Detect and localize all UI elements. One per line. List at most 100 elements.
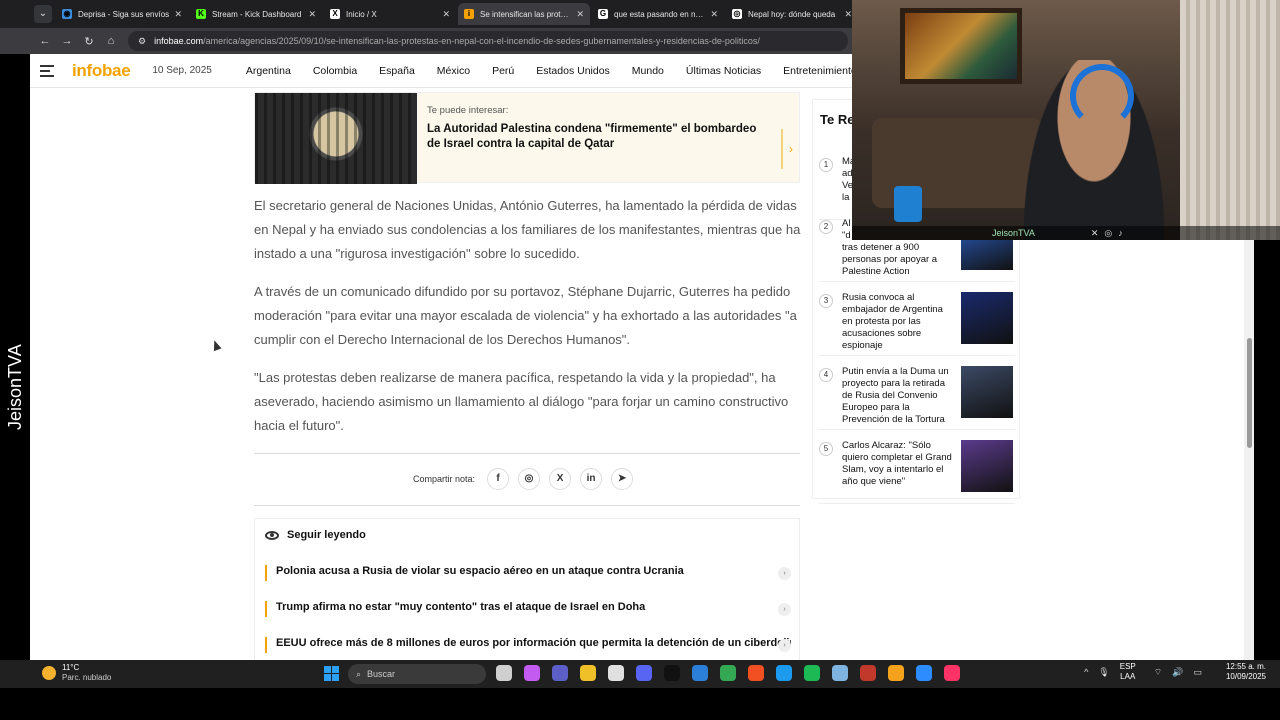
whatsapp-share-icon[interactable]: ◎ bbox=[518, 468, 541, 490]
site-nav-link[interactable]: España bbox=[379, 65, 415, 77]
copilot-icon[interactable] bbox=[524, 665, 540, 681]
chrome-icon[interactable] bbox=[720, 665, 736, 681]
tab-favicon-icon: ◎ bbox=[732, 9, 742, 19]
reload-icon[interactable]: ↻ bbox=[78, 35, 100, 48]
browser-tab[interactable]: ◉ Deprisa - Siga sus envíos ✕ bbox=[56, 3, 188, 25]
edge-icon[interactable] bbox=[776, 665, 792, 681]
recommended-title[interactable]: La Autoridad Palestina condena "firmemen… bbox=[427, 122, 762, 152]
system-tray: ^ 🎙 ESP LAA ⌔ 🔊 ▭ 12:55 a. m. 10/09/2025 bbox=[1084, 662, 1266, 682]
weather-widget[interactable]: 11°C Parc. nublado bbox=[42, 663, 111, 683]
sidebar-item-thumbnail[interactable] bbox=[961, 366, 1013, 418]
sidebar-item-number: 3 bbox=[819, 294, 833, 308]
windows-taskbar: 11°C Parc. nublado ⌕ Buscar ^ 🎙 ESP LAA … bbox=[0, 660, 1280, 688]
sidebar-item-text[interactable]: Carlos Alcaraz: "Sólo quiero completar e… bbox=[842, 440, 954, 488]
eye-icon bbox=[265, 530, 279, 540]
sidebar-item-text[interactable]: Rusia convoca al embajador de Argentina … bbox=[842, 292, 954, 352]
sidebar-item[interactable]: 5 Carlos Alcaraz: "Sólo quiero completar … bbox=[819, 438, 1015, 504]
hamburger-menu-icon[interactable] bbox=[40, 64, 58, 78]
keep-reading-item[interactable]: EEUU ofrece más de 8 millones de euros p… bbox=[265, 637, 791, 653]
forward-icon[interactable]: → bbox=[56, 35, 78, 47]
browser-tab[interactable]: X Inicio / X ✕ bbox=[324, 3, 456, 25]
tab-search-menu-icon[interactable]: ⌄ bbox=[34, 5, 52, 23]
site-nav-link[interactable]: Entretenimiento bbox=[783, 65, 857, 77]
microphone-icon[interactable]: 🎙 bbox=[1098, 667, 1109, 678]
sidebar-item-number: 2 bbox=[819, 220, 833, 234]
site-nav-link[interactable]: Colombia bbox=[313, 65, 357, 77]
site-info-icon[interactable]: ⚙ bbox=[138, 36, 146, 47]
sidebar-item-text[interactable]: Putin envía a la Duma un proyecto para l… bbox=[842, 366, 954, 426]
browser-tab[interactable]: ◎ Nepal hoy: dónde queda ✕ bbox=[726, 3, 858, 25]
discord-icon[interactable] bbox=[636, 665, 652, 681]
app-icon[interactable] bbox=[832, 665, 848, 681]
windows-start-icon[interactable] bbox=[324, 666, 339, 681]
arrow-right-icon[interactable]: › bbox=[778, 567, 791, 580]
file-explorer-icon[interactable] bbox=[580, 665, 596, 681]
sidebar-item-thumbnail[interactable] bbox=[961, 440, 1013, 492]
search-icon: ⌕ bbox=[356, 668, 362, 679]
facebook-share-icon[interactable]: f bbox=[487, 468, 510, 490]
back-icon[interactable]: ← bbox=[34, 35, 56, 47]
language-indicator[interactable]: ESP LAA bbox=[1120, 662, 1136, 682]
taskbar-apps bbox=[496, 665, 972, 681]
tiktok-live-icon[interactable] bbox=[944, 665, 960, 681]
app-icon[interactable] bbox=[916, 665, 932, 681]
article-paragraph-1: El secretario general de Naciones Unidas… bbox=[254, 198, 801, 261]
headset bbox=[1070, 64, 1134, 128]
close-tab-icon[interactable]: ✕ bbox=[844, 9, 852, 20]
tab-favicon-icon: K bbox=[196, 9, 206, 19]
teams-icon[interactable] bbox=[552, 665, 568, 681]
linkedin-share-icon[interactable]: in bbox=[580, 468, 603, 490]
site-nav-link[interactable]: Mundo bbox=[632, 65, 664, 77]
recommended-card[interactable]: Te puede interesar: La Autoridad Palesti… bbox=[254, 92, 800, 184]
keep-reading-item[interactable]: Trump afirma no estar "muy contento" tra… bbox=[265, 601, 791, 617]
close-tab-icon[interactable]: ✕ bbox=[576, 9, 584, 20]
volume-icon[interactable]: 🔊 bbox=[1172, 667, 1183, 678]
spotify-icon[interactable] bbox=[804, 665, 820, 681]
sidebar-item-thumbnail[interactable] bbox=[961, 292, 1013, 344]
home-icon[interactable]: ⌂ bbox=[100, 35, 122, 47]
site-logo[interactable]: infobae bbox=[72, 61, 131, 81]
keep-reading-item-text: Polonia acusa a Rusia de violar su espac… bbox=[276, 565, 684, 577]
brave-icon[interactable] bbox=[748, 665, 764, 681]
close-tab-icon[interactable]: ✕ bbox=[308, 9, 316, 20]
keep-reading-item[interactable]: Polonia acusa a Rusia de violar su espac… bbox=[265, 565, 791, 581]
keep-reading-item-text: Trump afirma no estar "muy contento" tra… bbox=[276, 601, 646, 613]
arrow-right-icon[interactable]: › bbox=[778, 603, 791, 616]
taskbar-search[interactable]: ⌕ Buscar bbox=[348, 664, 486, 684]
task-view-icon[interactable] bbox=[496, 665, 512, 681]
wifi-icon[interactable]: ⌔ bbox=[1154, 667, 1162, 678]
arrow-right-icon[interactable]: › bbox=[778, 639, 791, 652]
vscode-icon[interactable] bbox=[692, 665, 708, 681]
site-date: 10 Sep, 2025 bbox=[152, 65, 212, 76]
social-icons: ✕◎♪ bbox=[1090, 227, 1129, 238]
address-bar[interactable]: ⚙ infobae.com/america/agencias/2025/09/1… bbox=[128, 31, 848, 51]
tab-title: Se intensifican las protestas en nep bbox=[480, 9, 572, 19]
sidebar-item[interactable]: 4 Putin envía a la Duma un proyecto para … bbox=[819, 364, 1015, 430]
sidebar-item[interactable]: 3 Rusia convoca al embajador de Argentina… bbox=[819, 290, 1015, 356]
scrollbar-thumb[interactable] bbox=[1247, 338, 1252, 448]
site-nav-link[interactable]: Perú bbox=[492, 65, 514, 77]
app-icon[interactable] bbox=[888, 665, 904, 681]
telegram-share-icon[interactable]: ➤ bbox=[611, 468, 634, 490]
curtain bbox=[1180, 0, 1280, 240]
tiktok-icon[interactable] bbox=[664, 665, 680, 681]
chevron-right-icon[interactable]: › bbox=[781, 129, 793, 169]
browser-tab[interactable]: Gque esta pasando en nepal ✕ bbox=[592, 3, 724, 25]
browser-tab[interactable]: i Se intensifican las protestas en nep ✕ bbox=[458, 3, 590, 25]
chevron-up-icon[interactable]: ^ bbox=[1084, 667, 1088, 677]
obs-icon[interactable] bbox=[608, 665, 624, 681]
divider bbox=[254, 453, 800, 454]
close-tab-icon[interactable]: ✕ bbox=[710, 9, 718, 20]
site-nav-link[interactable]: México bbox=[437, 65, 470, 77]
site-nav-link[interactable]: Argentina bbox=[246, 65, 291, 77]
site-nav-link[interactable]: Últimas Noticias bbox=[686, 65, 761, 77]
language-code: ESP bbox=[1119, 662, 1136, 671]
app-icon[interactable] bbox=[860, 665, 876, 681]
x-share-icon[interactable]: X bbox=[549, 468, 572, 490]
battery-icon[interactable]: ▭ bbox=[1193, 667, 1202, 678]
close-tab-icon[interactable]: ✕ bbox=[174, 9, 182, 20]
site-nav-link[interactable]: Estados Unidos bbox=[536, 65, 610, 77]
taskbar-clock[interactable]: 12:55 a. m. 10/09/2025 bbox=[1226, 662, 1266, 682]
browser-tab[interactable]: K Stream - Kick Dashboard ✕ bbox=[190, 3, 322, 25]
close-tab-icon[interactable]: ✕ bbox=[442, 9, 450, 20]
